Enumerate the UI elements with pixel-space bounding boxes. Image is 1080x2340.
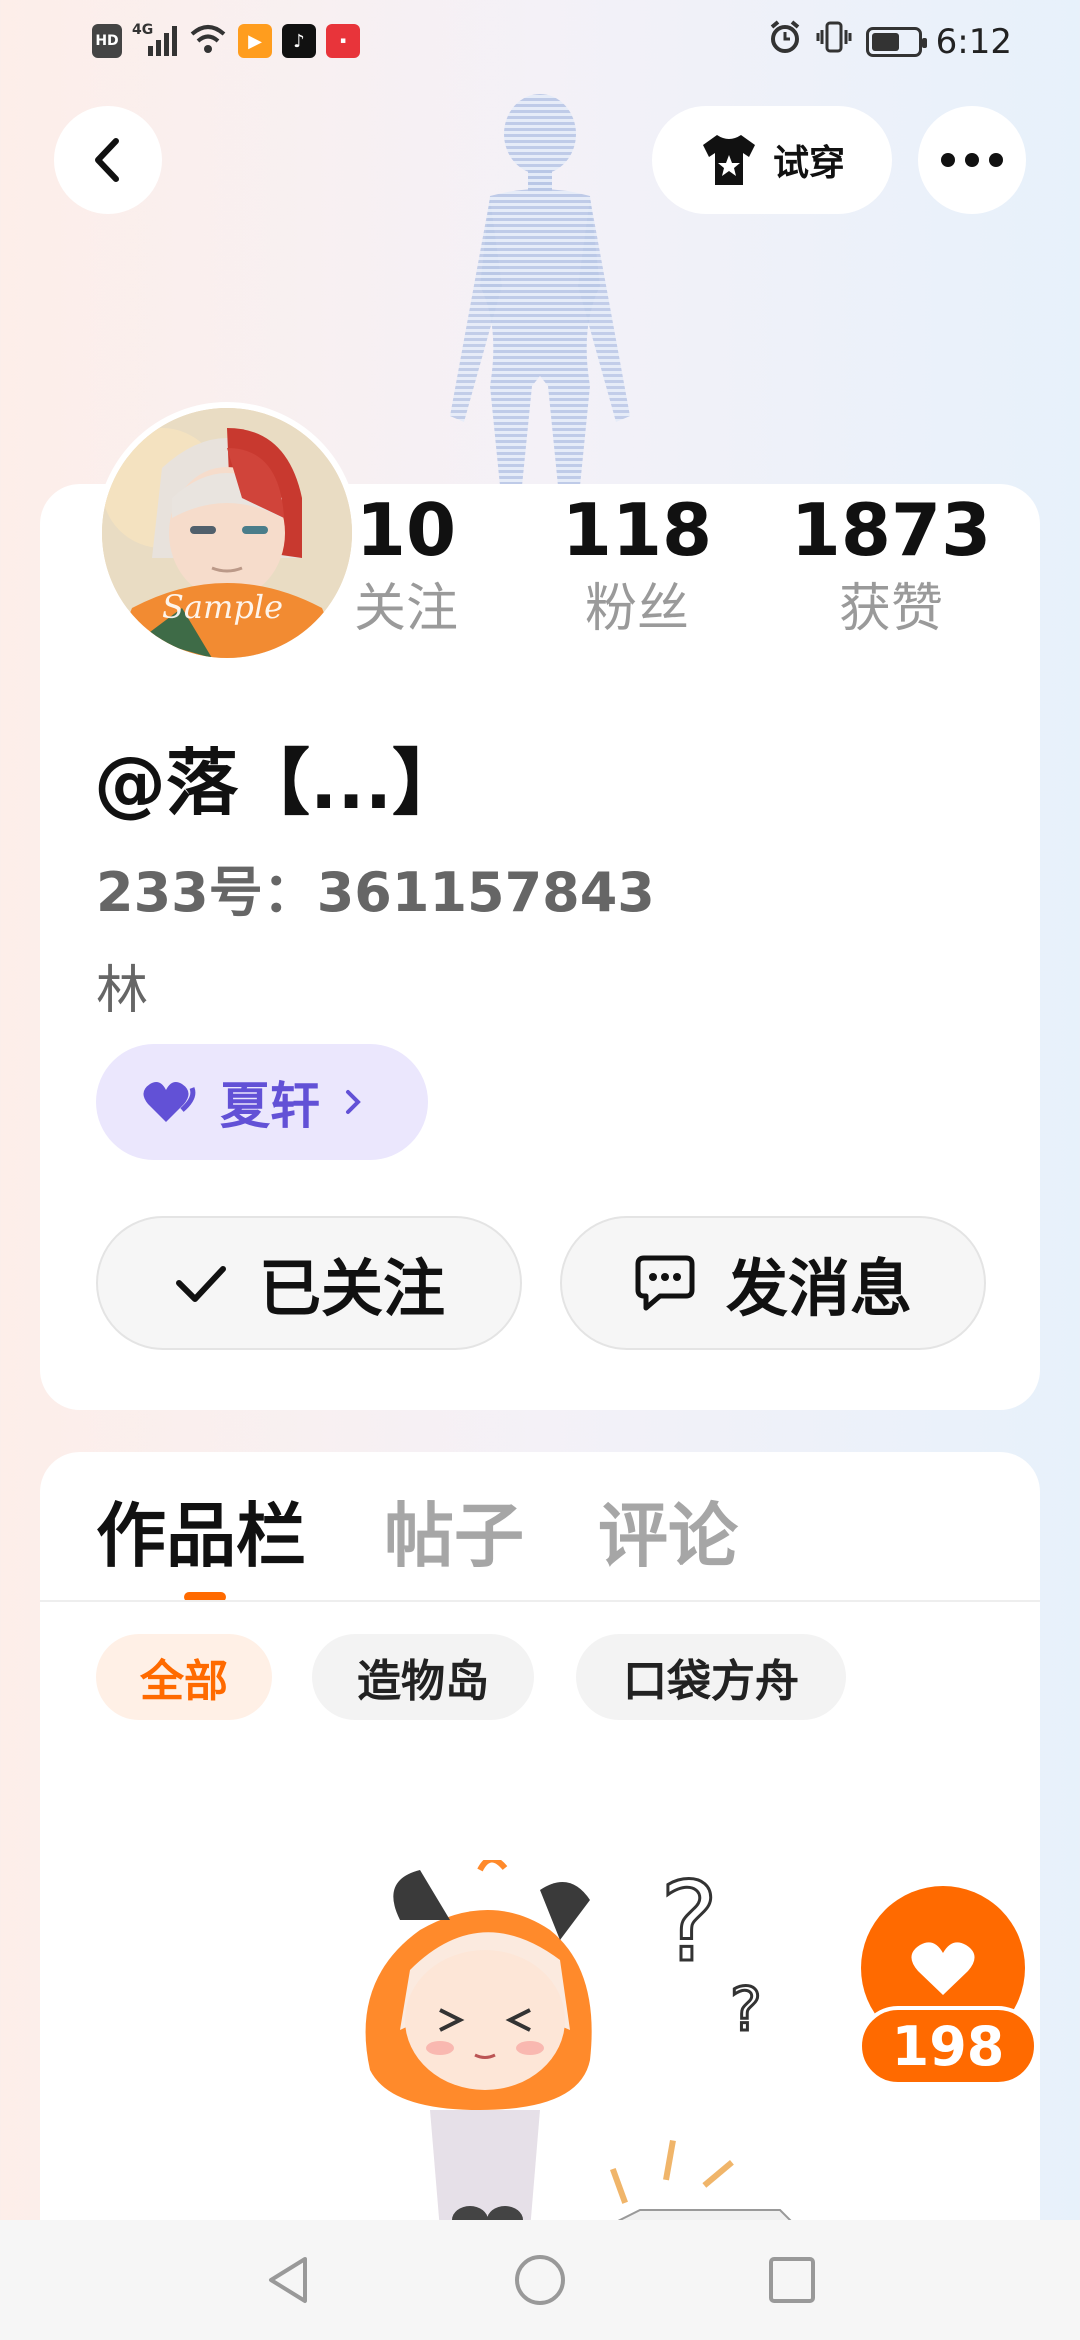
video-app-icon: ▶ xyxy=(238,24,272,58)
nav-home-icon[interactable] xyxy=(513,2253,567,2307)
heart-icon xyxy=(143,1082,196,1122)
like-button[interactable]: 198 xyxy=(858,1886,1038,2086)
tshirt-icon xyxy=(702,135,755,185)
message-button-label: 发消息 xyxy=(725,1252,912,1325)
avatar-hologram-figure[interactable] xyxy=(430,86,650,486)
svg-text:?: ? xyxy=(660,1860,718,1986)
avatar[interactable]: Sample xyxy=(96,402,358,664)
following-label: 关注 xyxy=(353,579,458,639)
tab-divider xyxy=(40,1600,1040,1602)
status-bar: HD 4G ▶ ♪ ▪ 6:12 xyxy=(0,0,1080,84)
username: @落【...】 xyxy=(94,741,465,825)
likes-received-count: 1873 xyxy=(790,488,992,572)
vibrate-icon xyxy=(816,20,852,63)
status-icons-right: 6:12 xyxy=(768,20,1012,63)
followers-label: 粉丝 xyxy=(584,579,689,639)
try-on-button[interactable]: 试穿 xyxy=(652,106,892,214)
following-count: 10 xyxy=(355,488,457,572)
wifi-icon xyxy=(188,22,228,60)
svg-text:Sample: Sample xyxy=(162,588,283,626)
back-button[interactable] xyxy=(54,106,162,214)
huawei-app-icon: ▪ xyxy=(326,24,360,58)
more-dots-icon xyxy=(941,153,1003,167)
battery-icon xyxy=(865,26,927,57)
nav-back-icon[interactable] xyxy=(263,2253,313,2307)
clock: 6:12 xyxy=(935,21,1012,62)
tab-works[interactable]: 作品栏 xyxy=(96,1480,306,1581)
check-icon xyxy=(175,1266,226,1302)
like-count: 198 xyxy=(858,2006,1038,2086)
try-on-label: 试穿 xyxy=(772,143,845,184)
hd-icon: HD xyxy=(92,24,122,58)
likes-received-label: 获赞 xyxy=(838,579,943,639)
filter-all[interactable]: 全部 xyxy=(96,1634,272,1720)
filter-pocket-ark[interactable]: 口袋方舟 xyxy=(576,1634,846,1720)
signal-icon: 4G xyxy=(132,22,178,58)
tab-comments[interactable]: 评论 xyxy=(598,1480,738,1581)
alarm-icon xyxy=(768,20,802,63)
message-button[interactable]: 发消息 xyxy=(560,1216,986,1350)
filter-zaowudao[interactable]: 造物岛 xyxy=(312,1634,534,1720)
stat-followers[interactable]: 118 粉丝 xyxy=(556,486,718,644)
stat-following[interactable]: 10 关注 xyxy=(346,486,466,644)
chat-bubble-icon xyxy=(635,1255,695,1311)
tab-posts[interactable]: 帖子 xyxy=(384,1480,524,1581)
tiktok-icon: ♪ xyxy=(282,24,316,58)
status-icons-left: HD 4G ▶ ♪ ▪ xyxy=(92,22,360,60)
chevron-right-icon xyxy=(346,1090,361,1114)
relationship-badge[interactable]: 夏轩 xyxy=(96,1044,428,1160)
empty-state-illustration: ? ? xyxy=(340,1857,803,2234)
svg-text:?: ? xyxy=(730,1975,762,2045)
heart-icon xyxy=(911,1942,975,1995)
more-button[interactable] xyxy=(918,106,1026,214)
bio: 林 xyxy=(96,961,149,1021)
chevron-left-icon xyxy=(95,138,119,182)
system-nav-bar xyxy=(0,2220,1080,2340)
following-button[interactable]: 已关注 xyxy=(96,1216,522,1350)
followers-count: 118 xyxy=(561,488,713,572)
stat-likes[interactable]: 1873 获赞 xyxy=(786,486,996,644)
user-id[interactable]: 233号：361157843 xyxy=(96,848,655,927)
badge-label: 夏轩 xyxy=(220,1077,320,1135)
following-button-label: 已关注 xyxy=(258,1252,445,1325)
nav-recents-icon[interactable] xyxy=(767,2255,817,2305)
